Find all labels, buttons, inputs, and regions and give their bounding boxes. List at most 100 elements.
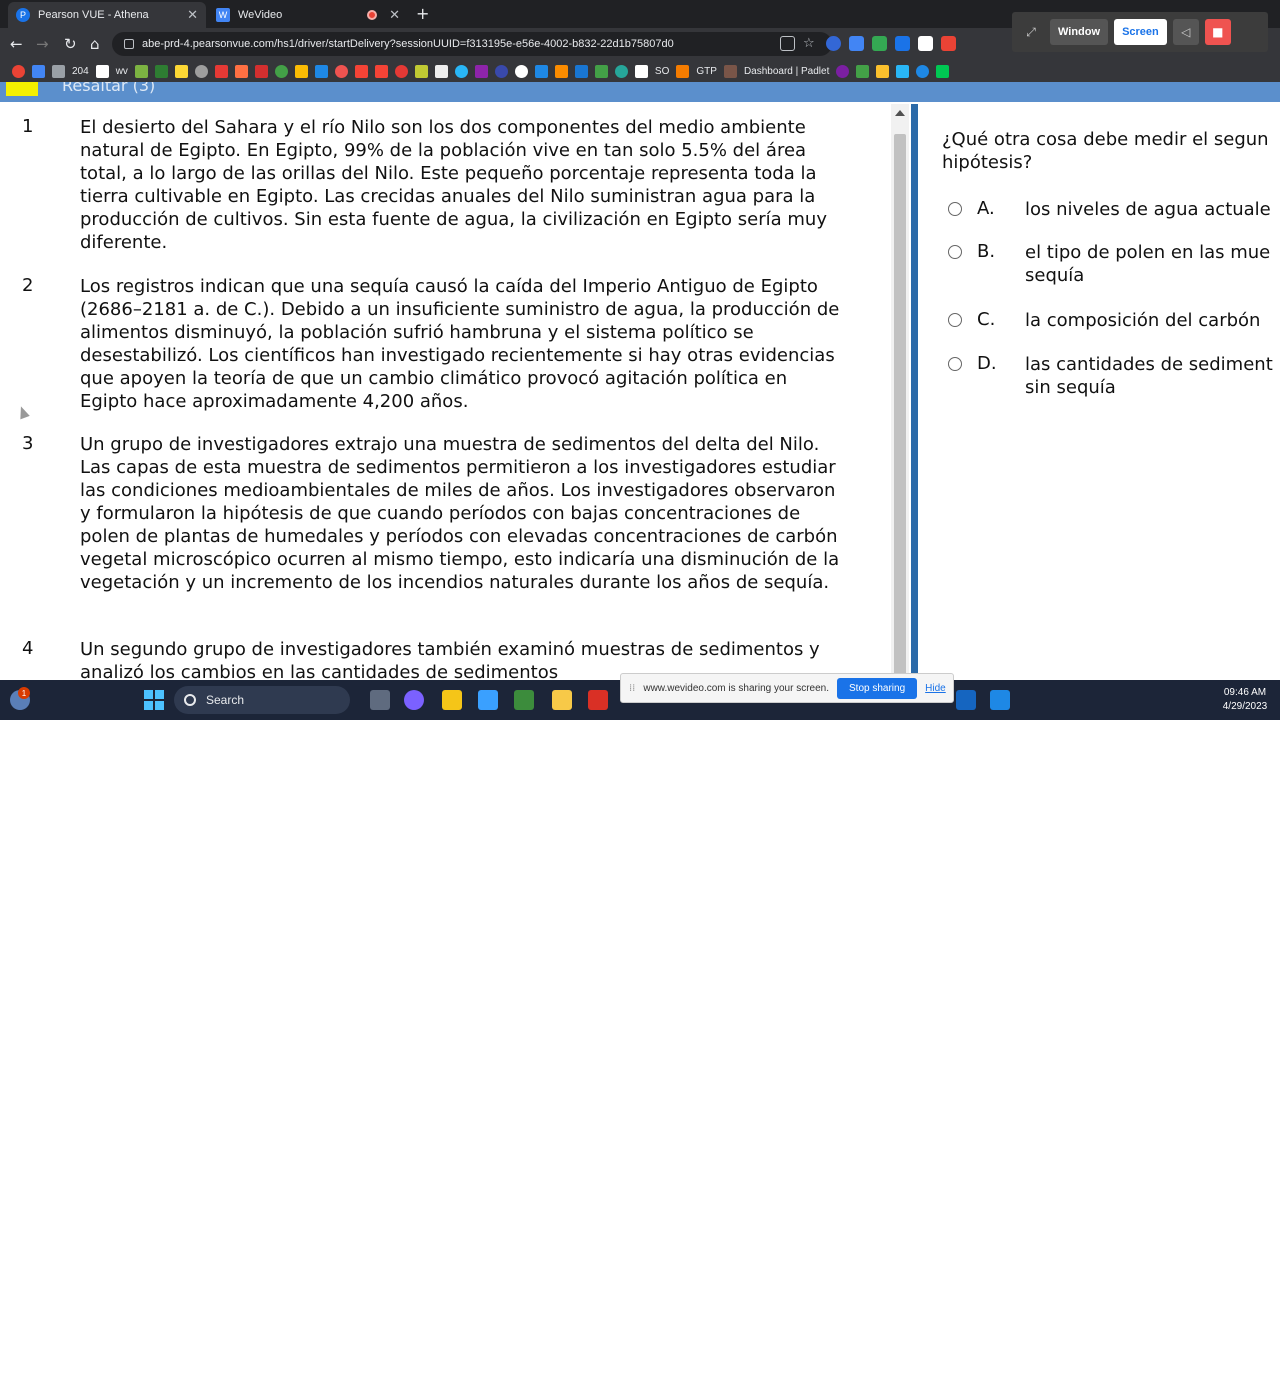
back-arrow-icon[interactable]: ← bbox=[10, 34, 23, 54]
highlight-tool-label[interactable]: Resaltar (3) bbox=[62, 82, 155, 95]
bookmark-icon[interactable] bbox=[554, 64, 568, 78]
teams-icon[interactable] bbox=[404, 690, 424, 710]
microphone-icon[interactable]: ● bbox=[1092, 1374, 1098, 1385]
new-tab-button[interactable]: + bbox=[416, 4, 429, 23]
bookmark-icon[interactable] bbox=[514, 64, 528, 78]
extension-icon[interactable] bbox=[918, 36, 933, 51]
forward-arrow-icon[interactable]: → bbox=[36, 34, 49, 54]
highlight-icon[interactable] bbox=[6, 82, 38, 96]
bookmark-icon[interactable] bbox=[634, 64, 648, 78]
bookmark-icon[interactable] bbox=[274, 64, 288, 78]
bookmark-label[interactable]: wv bbox=[116, 66, 128, 77]
extension-icon[interactable] bbox=[849, 36, 864, 51]
hide-link[interactable]: Hide bbox=[925, 683, 946, 694]
radio-button[interactable] bbox=[948, 313, 962, 327]
clock[interactable]: 09:46 AM 4/29/2023 bbox=[1212, 686, 1278, 714]
address-bar[interactable]: abe-prd-4.pearsonvue.com/hs1/driver/star… bbox=[112, 32, 832, 56]
paragraph-text: Un grupo de investigadores extrajo una m… bbox=[80, 434, 840, 593]
task-view-icon[interactable] bbox=[370, 690, 390, 710]
mail-icon[interactable] bbox=[956, 690, 976, 710]
bookmark-icon[interactable] bbox=[134, 64, 148, 78]
store-icon[interactable] bbox=[478, 690, 498, 710]
bookmark-icon[interactable] bbox=[414, 64, 428, 78]
bookmark-icon[interactable] bbox=[334, 64, 348, 78]
show-hidden-icons-icon[interactable]: ^ bbox=[1038, 1374, 1043, 1385]
youtube-bookmark-icon[interactable] bbox=[354, 64, 368, 78]
bookmark-icon[interactable] bbox=[254, 64, 268, 78]
drive-icon[interactable] bbox=[872, 36, 887, 51]
drive-bookmark-icon[interactable] bbox=[294, 64, 308, 78]
bookmark-icon[interactable] bbox=[574, 64, 588, 78]
bookmark-icon[interactable] bbox=[936, 64, 950, 78]
bookmark-label[interactable]: SO bbox=[655, 66, 669, 77]
passage-scrollbar[interactable] bbox=[891, 104, 909, 680]
pane-divider[interactable] bbox=[911, 104, 918, 680]
bookmark-icon[interactable] bbox=[214, 64, 228, 78]
bookmark-icon[interactable] bbox=[836, 64, 850, 78]
bookmark-icon[interactable] bbox=[95, 64, 109, 78]
close-tab-icon[interactable]: ✕ bbox=[389, 7, 400, 23]
google-bookmark-icon[interactable] bbox=[12, 64, 25, 78]
app-icon[interactable] bbox=[514, 690, 534, 710]
bookmark-star-icon[interactable]: ☆ bbox=[803, 36, 818, 51]
bookmark-icon[interactable] bbox=[916, 64, 930, 78]
tab-wevideo[interactable]: W WeVideo ✕ bbox=[208, 2, 408, 28]
scroll-up-arrow-icon[interactable] bbox=[895, 110, 905, 116]
bookmark-icon[interactable] bbox=[876, 64, 890, 78]
bookmark-icon[interactable] bbox=[494, 64, 508, 78]
extension-icon[interactable] bbox=[941, 36, 956, 51]
network-icon[interactable]: ☁ bbox=[1064, 1374, 1074, 1385]
sticky-notes-icon[interactable] bbox=[552, 690, 572, 710]
padlet-bookmark-icon[interactable] bbox=[723, 64, 737, 78]
bookmark-label[interactable]: Dashboard | Padlet bbox=[744, 66, 829, 77]
bookmark-icon[interactable] bbox=[234, 64, 248, 78]
share-icon[interactable] bbox=[780, 36, 795, 51]
close-tab-icon[interactable]: ✕ bbox=[187, 7, 198, 23]
bookmark-icon[interactable] bbox=[896, 64, 910, 78]
extension-z-icon[interactable] bbox=[826, 36, 841, 51]
mute-icon[interactable]: ◁ bbox=[1172, 19, 1199, 45]
battery-icon[interactable]: ▭ bbox=[1194, 1374, 1203, 1385]
bookmark-icon[interactable] bbox=[856, 64, 870, 78]
bookmark-icon[interactable] bbox=[52, 64, 65, 78]
app-icon[interactable] bbox=[990, 690, 1010, 710]
screen-share-button[interactable]: Screen bbox=[1114, 19, 1167, 45]
bookmark-icon[interactable] bbox=[676, 64, 690, 78]
bookmark-icon[interactable] bbox=[614, 64, 628, 78]
radio-button[interactable] bbox=[948, 202, 962, 216]
acrobat-icon[interactable] bbox=[588, 690, 608, 710]
reload-icon[interactable]: ↻ bbox=[64, 34, 77, 54]
bookmark-label[interactable]: GTP bbox=[696, 66, 717, 77]
radio-button[interactable] bbox=[948, 357, 962, 371]
bookmark-icon[interactable] bbox=[534, 64, 548, 78]
radio-button[interactable] bbox=[948, 245, 962, 259]
bookmark-icon[interactable] bbox=[434, 64, 448, 78]
bookmark-icon[interactable] bbox=[32, 64, 45, 78]
kahoot-bookmark-icon[interactable] bbox=[474, 64, 488, 78]
stop-sharing-button[interactable]: Stop sharing bbox=[837, 677, 918, 699]
drag-handle-icon[interactable]: ⁞⁞ bbox=[629, 683, 635, 694]
bookmark-icon[interactable] bbox=[174, 64, 188, 78]
extension-icons: ☆ bbox=[780, 36, 956, 51]
scroll-thumb[interactable] bbox=[894, 134, 906, 680]
home-icon[interactable]: ⌂ bbox=[90, 34, 100, 54]
tab-pearson-vue[interactable]: P Pearson VUE - Athena ✕ bbox=[8, 2, 206, 28]
bookmark-icon[interactable] bbox=[314, 64, 328, 78]
start-button-icon[interactable] bbox=[144, 690, 164, 710]
stop-recording-icon[interactable]: ■ bbox=[1204, 19, 1231, 45]
file-explorer-icon[interactable] bbox=[442, 690, 462, 710]
bookmark-label[interactable]: 204 bbox=[72, 66, 89, 77]
extension-icon[interactable] bbox=[895, 36, 910, 51]
bookmark-icon[interactable] bbox=[394, 64, 408, 78]
window-share-button[interactable]: Window bbox=[1050, 19, 1109, 45]
youtube-bookmark-icon[interactable] bbox=[374, 64, 388, 78]
bookmark-icon[interactable] bbox=[594, 64, 608, 78]
volume-icon[interactable]: ◁× bbox=[1172, 1374, 1186, 1385]
expand-icon[interactable]: ⤢ bbox=[1018, 19, 1044, 45]
wifi-icon[interactable]: ◠ bbox=[1154, 1374, 1163, 1385]
bookmark-icon[interactable] bbox=[194, 64, 208, 78]
language-indicator[interactable]: ENG bbox=[1118, 1374, 1140, 1385]
bookmark-icon[interactable] bbox=[454, 64, 468, 78]
taskbar-search[interactable]: Search bbox=[174, 686, 350, 714]
bookmark-icon[interactable] bbox=[154, 64, 168, 78]
